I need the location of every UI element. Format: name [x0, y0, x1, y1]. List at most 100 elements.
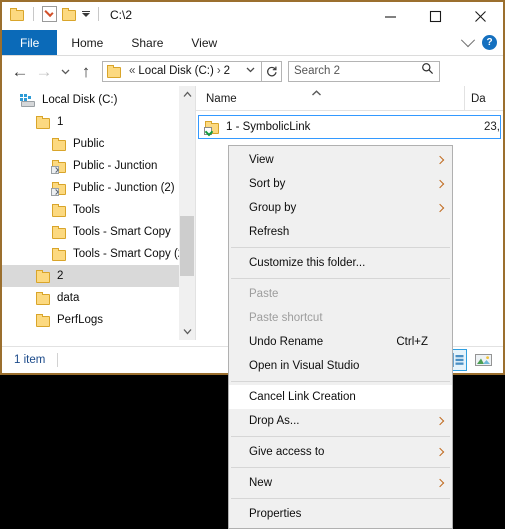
new-folder-icon[interactable] [62, 7, 77, 21]
tree-item[interactable]: Public - Junction (2) [2, 177, 195, 199]
breadcrumb[interactable]: « Local Disk (C:) › 2 [102, 60, 262, 82]
tree-item[interactable]: Local Disk (C:) [2, 89, 195, 111]
search-icon[interactable] [421, 62, 434, 80]
menu-separator [231, 467, 450, 468]
menu-item-label: Customize this folder... [249, 257, 366, 269]
ribbon-tabs: File Home Share View ? [2, 30, 503, 56]
tab-share[interactable]: Share [117, 30, 177, 55]
tree-item-label: Tools - Smart Copy [73, 226, 171, 238]
chevron-down-icon[interactable] [460, 32, 476, 47]
folder-icon [52, 225, 67, 239]
folder-icon [52, 137, 67, 151]
menu-item[interactable]: Group by [229, 196, 452, 220]
maximize-icon[interactable] [413, 2, 458, 30]
folder-icon [52, 203, 67, 217]
divider [33, 7, 34, 21]
chevron-right-icon [435, 416, 445, 426]
menu-item[interactable]: Give access to [229, 440, 452, 464]
back-arrow-icon[interactable]: ← [8, 59, 32, 83]
help-icon[interactable]: ? [482, 35, 497, 50]
scrollbar-thumb[interactable] [180, 216, 194, 276]
drive-icon [20, 93, 36, 107]
symlink-folder-icon [204, 120, 220, 135]
junction-folder-icon [51, 159, 67, 174]
menu-item-label: Sort by [249, 178, 286, 190]
close-icon[interactable] [458, 2, 503, 30]
menu-separator [231, 498, 450, 499]
address-bar: ← → ↑ « Local Disk (C:) › 2 Search 2 [2, 56, 503, 86]
folder-icon [36, 115, 51, 129]
tree-item[interactable]: Tools [2, 199, 195, 221]
folder-icon [36, 269, 51, 283]
menu-item[interactable]: View [229, 148, 452, 172]
tab-file[interactable]: File [2, 30, 58, 55]
search-input[interactable]: Search 2 [288, 60, 440, 82]
tree-item[interactable]: Tools - Smart Copy [2, 221, 195, 243]
up-arrow-icon[interactable]: ↑ [74, 59, 98, 83]
chevron-right-icon [435, 203, 445, 213]
menu-item-label: New [249, 477, 273, 489]
tree-item[interactable]: 2 [2, 265, 195, 287]
tree-item-label: Tools [73, 204, 100, 216]
folder-icon [36, 313, 51, 327]
menu-separator [231, 436, 450, 437]
folder-icon[interactable] [10, 7, 25, 21]
chevron-down-icon[interactable] [245, 62, 259, 80]
menu-item-label: Refresh [249, 226, 290, 238]
column-header-name[interactable]: Name [196, 93, 464, 110]
tab-view[interactable]: View [177, 30, 231, 55]
chevron-right-icon [435, 155, 445, 165]
recent-locations-icon[interactable] [56, 59, 74, 83]
menu-item: Paste shortcut [229, 306, 452, 330]
screen: C:\2 File Home Share View ? ← → ↑ « Loca… [0, 0, 505, 529]
folder-icon [52, 247, 67, 261]
tree-item-label: Public - Junction [73, 160, 158, 172]
chevron-down-icon[interactable] [179, 323, 195, 340]
tree-item[interactable]: Tools - Smart Copy (2) [2, 243, 195, 265]
menu-item[interactable]: Undo Rename Ctrl+Z [229, 330, 452, 354]
menu-item[interactable]: New [229, 471, 452, 495]
menu-item[interactable]: Properties [229, 502, 452, 526]
menu-item[interactable]: Sort by [229, 172, 452, 196]
table-row[interactable]: 1 - SymbolicLink 23, [198, 115, 501, 139]
menu-item-label: Cancel Link Creation [249, 391, 356, 403]
folder-icon [36, 291, 51, 305]
tree-item[interactable]: 1 [2, 111, 195, 133]
nav-scrollbar[interactable] [179, 86, 195, 340]
column-header-date[interactable]: Da [464, 86, 503, 110]
breadcrumb-item-folder[interactable]: 2 [224, 65, 230, 77]
menu-item[interactable]: Open in Visual Studio [229, 354, 452, 378]
menu-item[interactable]: Cancel Link Creation [229, 385, 452, 409]
menu-separator [231, 381, 450, 382]
breadcrumb-overflow[interactable]: « [129, 65, 135, 77]
chevron-up-icon[interactable] [179, 86, 195, 103]
tree-item[interactable]: Public - Junction [2, 155, 195, 177]
chevron-right-icon [435, 447, 445, 457]
menu-item[interactable]: Customize this folder... [229, 251, 452, 275]
menu-item-label: Give access to [249, 446, 325, 458]
properties-icon[interactable] [42, 6, 57, 22]
large-icons-view-icon[interactable] [471, 349, 495, 371]
file-date: 23, [484, 121, 500, 133]
window-controls [368, 2, 503, 30]
tab-home[interactable]: Home [57, 30, 117, 55]
tree-item[interactable]: Public [2, 133, 195, 155]
tree-item-label: Tools - Smart Copy (2) [73, 248, 189, 260]
divider [57, 353, 59, 367]
refresh-icon[interactable] [262, 60, 282, 82]
forward-arrow-icon: → [35, 61, 53, 81]
folder-tree: Local Disk (C:) 1 Public Public - Junction P… [2, 86, 195, 331]
customize-caret-icon[interactable] [82, 11, 90, 17]
tree-item[interactable]: data [2, 287, 195, 309]
menu-item-label: Properties [249, 508, 302, 520]
junction-folder-icon [51, 181, 67, 196]
breadcrumb-item-drive[interactable]: Local Disk (C:) [138, 65, 213, 77]
minimize-icon[interactable] [368, 2, 413, 30]
tree-item-label: 2 [57, 270, 64, 282]
menu-item[interactable]: Refresh [229, 220, 452, 244]
tree-item[interactable]: PerfLogs [2, 309, 195, 331]
menu-item[interactable]: Drop As... [229, 409, 452, 433]
window-title: C:\2 [110, 8, 133, 22]
quick-access-toolbar [10, 6, 102, 22]
file-name: 1 - SymbolicLink [226, 121, 311, 133]
